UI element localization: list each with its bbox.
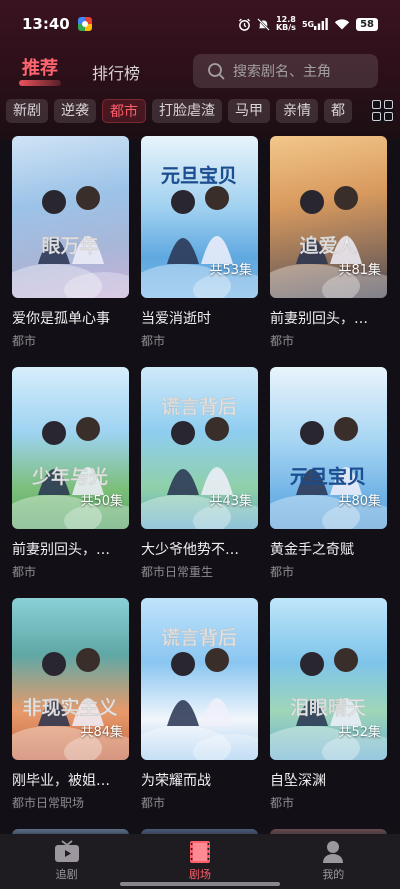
drama-card[interactable]: 谎言背后为荣耀而战都市 — [141, 598, 258, 811]
drama-title[interactable]: 前妻别回头，… — [12, 539, 129, 559]
category-chip[interactable]: 打脸虐渣 — [152, 99, 222, 123]
drama-card[interactable]: 非现实主义共84集刚毕业，被姐… 都市日常职场 — [12, 598, 129, 811]
drama-title[interactable]: 大少爷他势不… — [141, 539, 258, 559]
grid-menu-icon[interactable] — [372, 100, 394, 122]
drama-title[interactable]: 爱你是孤单心事 — [12, 308, 129, 328]
drama-cover[interactable]: 非现实主义共84集 — [12, 598, 129, 760]
category-chip[interactable]: 都 — [324, 99, 352, 123]
wifi-icon — [334, 18, 350, 30]
drama-tags: 都市 — [270, 565, 295, 579]
home-indicator — [120, 882, 280, 886]
episode-count: 共53集 — [209, 263, 252, 278]
cover-title-art: 少年与光 — [31, 465, 108, 488]
mute-icon — [257, 17, 270, 31]
drama-card[interactable]: 追爱人共81集前妻别回头，… 都市 — [270, 136, 387, 349]
top-header: 推荐 排行榜 搜索剧名、主角 — [0, 48, 400, 96]
battery-indicator: 58 — [356, 17, 378, 31]
cover-title-art: 泪眼晴天 — [290, 696, 367, 719]
user-icon — [323, 841, 344, 863]
drama-card[interactable]: 谎言背后共43集大少爷他势不… 都市日常重生 — [141, 367, 258, 580]
cover-art: 谎言背后 — [141, 626, 258, 760]
speed-unit: KB/s — [275, 23, 296, 32]
status-bar: 13:40 12.8 KB/s 5G 58 — [0, 0, 400, 48]
episode-count: 共84集 — [80, 725, 123, 740]
alarm-icon — [238, 18, 251, 31]
tab-recommend[interactable]: 推荐 — [22, 54, 58, 80]
episode-count: 共81集 — [338, 263, 381, 278]
category-chip[interactable]: 都市 — [102, 99, 146, 123]
cover-title-art: 非现实主义 — [22, 696, 117, 719]
drama-cover[interactable]: 谎言背后共43集 — [141, 367, 258, 529]
drama-card[interactable]: 眼万年爱你是孤单心事都市 — [12, 136, 129, 349]
drama-cover[interactable]: 谎言背后 — [141, 598, 258, 760]
category-chip[interactable]: 逆袭 — [54, 99, 96, 123]
cover-title-art: 谎言背后 — [161, 626, 237, 649]
drama-title[interactable]: 前妻别回头，… — [270, 308, 387, 328]
episode-count: 共52集 — [338, 725, 381, 740]
drama-title[interactable]: 自坠深渊 — [270, 770, 387, 790]
cover-title-art: 眼万年 — [41, 234, 98, 257]
drama-tags: 都市 — [141, 334, 166, 348]
episode-count: 共50集 — [80, 494, 123, 509]
cover-title-art: 追爱人 — [299, 234, 357, 257]
nav-me[interactable]: 我的 — [267, 834, 400, 889]
drama-cover[interactable]: 泪眼晴天共52集 — [270, 598, 387, 760]
category-bar: 新剧 逆袭 都市 打脸虐渣 马甲 亲情都 — [0, 98, 400, 124]
app-notification-icon — [77, 17, 92, 31]
cover-title-art: 元旦宝贝 — [290, 465, 366, 488]
drama-card[interactable]: 少年与光共50集前妻别回头，… 都市 — [12, 367, 129, 580]
nav-follow-label: 追剧 — [55, 868, 78, 881]
active-tab-indicator — [19, 80, 61, 86]
drama-card[interactable]: 元旦宝贝共80集黄金手之奇赋都市 — [270, 367, 387, 580]
drama-title[interactable]: 当爱消逝时 — [141, 308, 258, 328]
episode-count: 共80集 — [338, 494, 381, 509]
drama-tags: 都市 — [12, 334, 37, 348]
nav-me-label: 我的 — [322, 868, 345, 881]
signal-icon: 5G — [302, 18, 328, 30]
drama-card[interactable]: 泪眼晴天共52集自坠深渊都市 — [270, 598, 387, 811]
drama-title[interactable]: 刚毕业，被姐… — [12, 770, 129, 790]
cover-title-art: 元旦宝贝 — [161, 164, 237, 187]
category-chip[interactable]: 新剧 — [6, 99, 48, 123]
drama-tags: 都市 — [141, 796, 166, 810]
drama-title[interactable]: 黄金手之奇赋 — [270, 539, 387, 559]
drama-tags: 都市 — [270, 334, 295, 348]
bottom-navigation: 追剧 剧场 我的 — [0, 834, 400, 889]
nav-theater[interactable]: 剧场 — [133, 834, 266, 889]
drama-cover[interactable]: 元旦宝贝共80集 — [270, 367, 387, 529]
network-speed: 12.8 KB/s — [276, 16, 296, 32]
drama-title[interactable]: 为荣耀而战 — [141, 770, 258, 790]
nav-follow[interactable]: 追剧 — [0, 834, 133, 889]
search-input[interactable]: 搜索剧名、主角 — [193, 54, 378, 88]
drama-cover[interactable]: 眼万年 — [12, 136, 129, 298]
cover-title-art: 谎言背后 — [161, 395, 237, 418]
search-placeholder: 搜索剧名、主角 — [233, 64, 331, 80]
episode-count: 共43集 — [209, 494, 252, 509]
drama-tags: 都市日常职场 — [12, 796, 85, 810]
network-type: 5G — [301, 19, 315, 29]
film-icon — [189, 841, 210, 863]
drama-tags: 都市 — [12, 565, 37, 579]
drama-card[interactable]: 元旦宝贝共53集当爱消逝时都市 — [141, 136, 258, 349]
status-time: 13:40 — [22, 15, 70, 33]
drama-cover[interactable]: 元旦宝贝共53集 — [141, 136, 258, 298]
status-icons: 12.8 KB/s 5G 58 — [238, 16, 378, 32]
drama-cover[interactable]: 少年与光共50集 — [12, 367, 129, 529]
drama-tags: 都市日常重生 — [141, 565, 214, 579]
drama-cover[interactable]: 追爱人共81集 — [270, 136, 387, 298]
tv-icon — [54, 840, 79, 862]
nav-theater-label: 剧场 — [188, 868, 211, 881]
category-chip[interactable]: 马甲 — [228, 99, 270, 123]
search-icon — [208, 63, 225, 80]
drama-tags: 都市 — [270, 796, 295, 810]
tab-ranking[interactable]: 排行榜 — [92, 60, 140, 84]
cover-art: 眼万年 — [12, 186, 129, 298]
category-chip[interactable]: 亲情 — [276, 99, 318, 123]
